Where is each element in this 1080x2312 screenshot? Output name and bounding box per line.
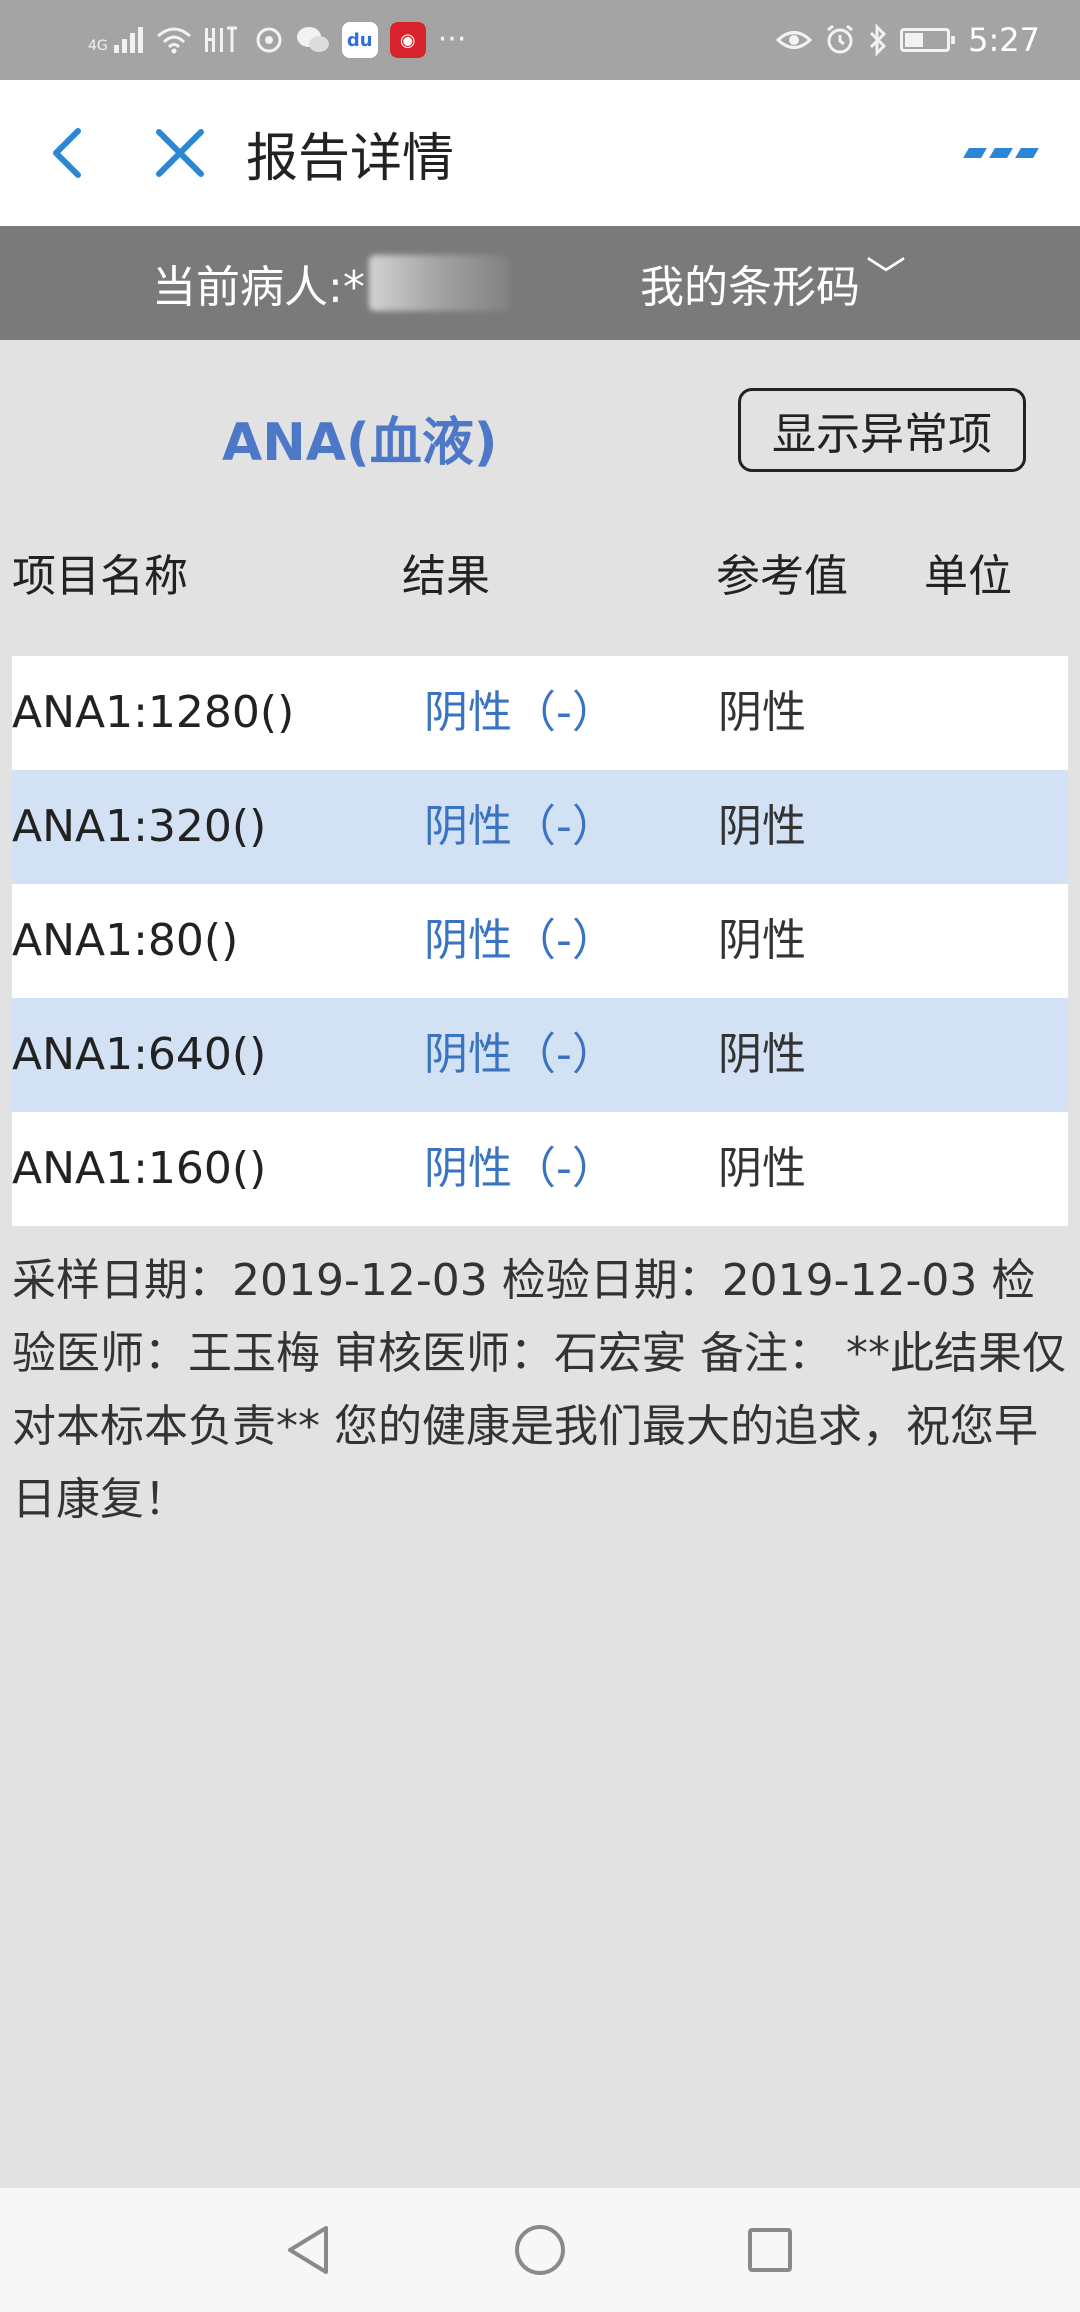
- item-result: 阴性（-）: [424, 915, 616, 966]
- chevron-down-icon: ﹀: [866, 254, 906, 300]
- item-name: ANA1:640(): [12, 1029, 267, 1080]
- nav-back-button[interactable]: [278, 2220, 338, 2280]
- battery-icon: [900, 28, 956, 52]
- item-name: ANA1:160(): [12, 1143, 267, 1194]
- my-barcode-button[interactable]: 我的条形码 ﹀: [640, 251, 906, 315]
- alarm-icon: [827, 24, 854, 54]
- back-button[interactable]: [36, 123, 96, 183]
- settings-icon: [256, 27, 282, 53]
- title-bar: 报告详情: [0, 80, 1080, 226]
- current-patient[interactable]: 当前病人:*: [152, 251, 509, 315]
- system-nav-bar: [0, 2188, 1080, 2312]
- item-result: 阴性（-）: [424, 801, 616, 852]
- table-row[interactable]: ANA1:1280() 阴性（-） 阴性: [12, 656, 1068, 770]
- back-icon: [53, 128, 81, 178]
- more-button[interactable]: [963, 133, 1039, 173]
- nav-home-button[interactable]: [510, 2220, 570, 2280]
- item-reference: 阴性: [718, 801, 806, 852]
- network-type: 4G: [88, 38, 108, 54]
- item-result: 阴性（-）: [424, 1143, 616, 1194]
- status-bar: 4G du ◉ ··· 5:27: [0, 0, 1080, 80]
- patient-bar: 当前病人:* 我的条形码 ﹀: [0, 226, 1080, 340]
- close-button[interactable]: [150, 123, 210, 183]
- item-reference: 阴性: [718, 687, 806, 738]
- signal-icon: 4G: [88, 27, 144, 53]
- patient-name-blurred: [368, 255, 509, 311]
- battery-fill: [905, 33, 924, 47]
- close-icon: [156, 129, 204, 177]
- current-patient-label: 当前病人:*: [152, 262, 365, 313]
- item-reference: 阴性: [718, 1029, 806, 1080]
- report-notes: 采样日期：2019-12-03 检验日期：2019-12-03 检验医师：王玉梅…: [12, 1255, 1066, 1525]
- column-header-reference: 参考值: [716, 551, 848, 602]
- item-reference: 阴性: [718, 915, 806, 966]
- nav-back-icon: [288, 2226, 328, 2274]
- signal-bars: [113, 27, 143, 53]
- page-title: 报告详情: [246, 128, 455, 189]
- app-icon: ◉: [389, 22, 426, 58]
- status-left: 4G du ◉ ···: [88, 22, 466, 58]
- bluetooth-icon: [870, 24, 887, 56]
- item-name: ANA1:1280(): [12, 687, 295, 738]
- more-icon: ···: [437, 22, 467, 57]
- wechat-icon: [296, 27, 329, 52]
- status-right: 5:27: [776, 21, 1040, 59]
- nav-recent-icon: [748, 2228, 792, 2272]
- baidu-icon: du: [341, 22, 378, 58]
- hd-icon: [204, 26, 237, 52]
- wifi-icon: [156, 27, 191, 54]
- table-header: 项目名称 结果 参考值 单位: [0, 540, 1080, 610]
- barcode-label: 我的条形码: [640, 262, 860, 313]
- nav-home-icon: [515, 2225, 565, 2275]
- table-row[interactable]: ANA1:160() 阴性（-） 阴性: [12, 1112, 1068, 1226]
- eye-icon: [776, 31, 813, 49]
- item-name: ANA1:320(): [12, 801, 267, 852]
- report-title: ANA(血液): [222, 413, 498, 473]
- show-abnormal-button[interactable]: 显示异常项: [738, 388, 1026, 472]
- item-result: 阴性（-）: [424, 687, 616, 738]
- item-name: ANA1:80(): [12, 915, 239, 966]
- more-icon-dot: [989, 148, 1013, 158]
- more-icon-dot: [1015, 148, 1039, 158]
- nav-recent-button[interactable]: [740, 2220, 800, 2280]
- column-header-result: 结果: [402, 551, 490, 602]
- more-icon-dot: [963, 148, 987, 158]
- table-row[interactable]: ANA1:640() 阴性（-） 阴性: [12, 998, 1068, 1112]
- column-header-name: 项目名称: [12, 551, 188, 602]
- item-reference: 阴性: [718, 1143, 806, 1194]
- table-row[interactable]: ANA1:320() 阴性（-） 阴性: [12, 770, 1068, 884]
- item-result: 阴性（-）: [424, 1029, 616, 1080]
- table-row[interactable]: ANA1:80() 阴性（-） 阴性: [12, 884, 1068, 998]
- results-table: ANA1:1280() 阴性（-） 阴性 ANA1:320() 阴性（-） 阴性…: [12, 656, 1068, 1226]
- status-time: 5:27: [968, 21, 1040, 59]
- column-header-unit: 单位: [924, 551, 1012, 602]
